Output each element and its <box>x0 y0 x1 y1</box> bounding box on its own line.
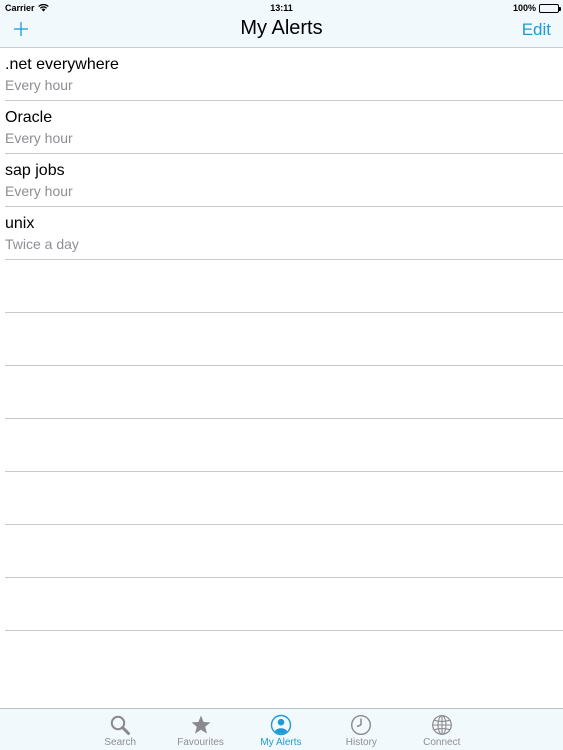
navigation-bar: My Alerts Edit <box>0 16 563 48</box>
tab-bar: Search Favourites My Alerts History Connect <box>0 708 563 750</box>
alert-frequency: Every hour <box>5 183 73 199</box>
alert-frequency: Every hour <box>5 77 73 93</box>
battery-icon <box>539 3 561 13</box>
alert-row[interactable]: sap jobs Every hour <box>5 154 563 207</box>
alert-title: unix <box>5 215 35 232</box>
tab-search[interactable]: Search <box>80 709 160 750</box>
alert-row[interactable]: unix Twice a day <box>5 207 563 260</box>
tab-label: History <box>345 737 377 748</box>
tab-items: Search Favourites My Alerts History Connect <box>80 709 482 750</box>
alert-row[interactable] <box>5 525 563 578</box>
alert-title: Oracle <box>5 109 53 126</box>
alert-row[interactable] <box>5 472 563 525</box>
alert-row[interactable]: Oracle Every hour <box>5 101 563 154</box>
battery-indicator: 100% <box>512 3 561 13</box>
alert-title: .net everywhere <box>5 56 119 73</box>
page-title: My Alerts <box>240 17 323 39</box>
tab-label: Favourites <box>177 737 224 748</box>
tab-favourites[interactable]: Favourites <box>160 709 240 750</box>
alert-row[interactable]: .net everywhere Every hour <box>5 48 563 101</box>
alert-title: sap jobs <box>5 162 65 179</box>
top-bar: Carrier 13:11 100% My Alerts Edit <box>0 0 563 48</box>
alert-row[interactable] <box>5 419 563 472</box>
status-bar: Carrier 13:11 100% <box>0 0 563 16</box>
alert-row[interactable] <box>5 578 563 631</box>
status-time: 13:11 <box>270 3 293 13</box>
battery-percent: 100% <box>512 3 536 13</box>
edit-button[interactable]: Edit <box>522 20 551 40</box>
tab-label: My Alerts <box>260 737 302 748</box>
tab-connect[interactable]: Connect <box>402 709 482 750</box>
alert-row[interactable] <box>5 260 563 313</box>
tab-label: Connect <box>423 737 461 748</box>
tab-label: Search <box>104 737 137 748</box>
alert-frequency: Every hour <box>5 130 73 146</box>
alert-row[interactable] <box>5 366 563 419</box>
tab-my-alerts[interactable]: My Alerts <box>241 709 321 750</box>
alerts-list: .net everywhere Every hour Oracle Every hou… <box>0 48 563 631</box>
alert-row[interactable] <box>5 313 563 366</box>
alert-frequency: Twice a day <box>5 236 79 252</box>
tab-history[interactable]: History <box>321 709 401 750</box>
